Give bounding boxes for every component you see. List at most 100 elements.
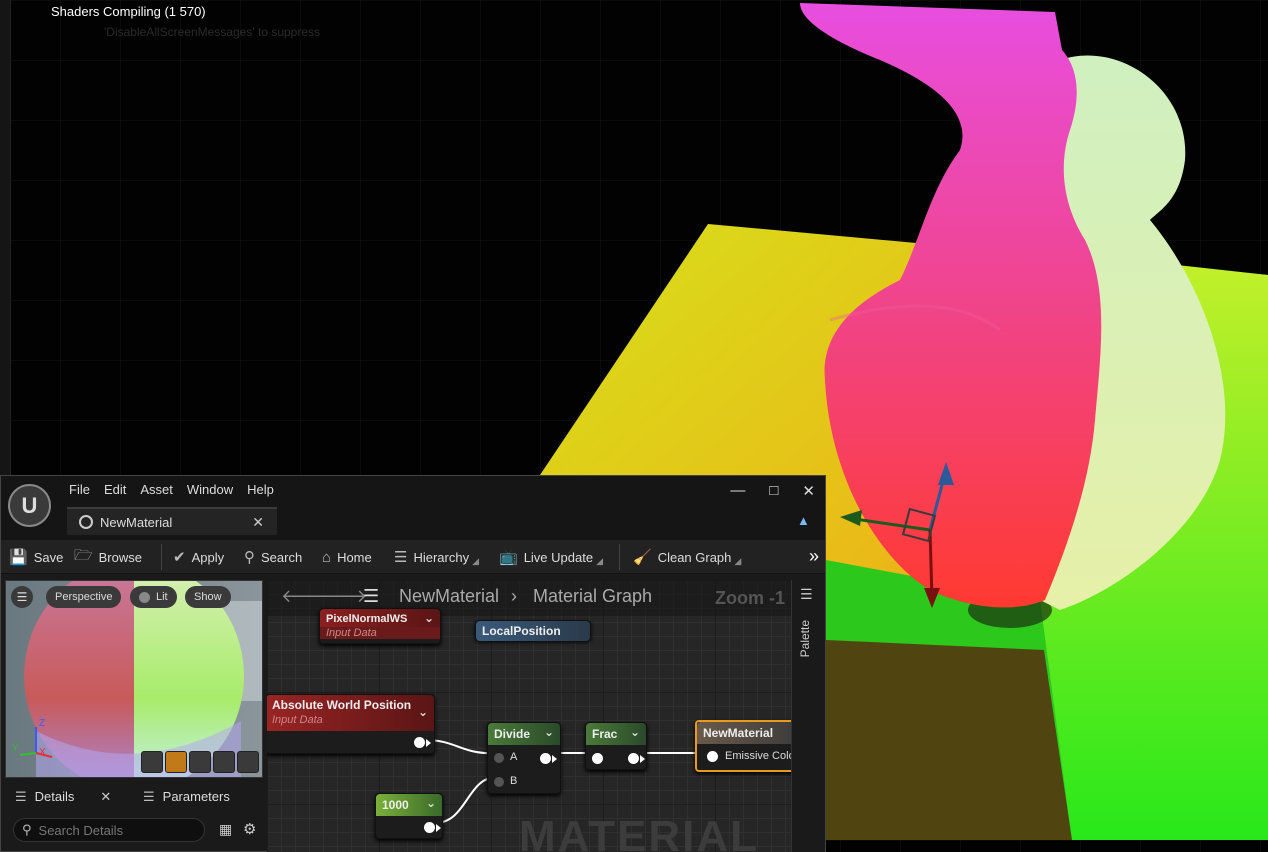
menu-help[interactable]: Help — [241, 481, 282, 497]
node-frac[interactable]: Frac ⌄ — [585, 722, 647, 770]
axis-x-label: X — [39, 747, 46, 758]
folder-search-icon: 🗁 — [74, 546, 93, 564]
plane-shape-icon[interactable] — [189, 751, 211, 773]
node-pixel-normal-ws[interactable]: PixelNormalWS ⌄ Input Data — [319, 608, 441, 644]
browse-button[interactable]: 🗁 Browse — [74, 540, 142, 574]
emissive-input-pin[interactable] — [707, 751, 718, 762]
hierarchy-icon: ☰ — [394, 549, 408, 566]
dropdown-arrow-icon: ◢ — [596, 555, 603, 566]
material-preview-viewport[interactable]: ☰ Perspective Lit Show Z X Y — [5, 580, 263, 778]
broom-icon: 🧹 — [633, 549, 652, 566]
menu-window[interactable]: Window — [181, 481, 241, 497]
output-pin[interactable] — [540, 753, 557, 764]
menu-file[interactable]: File — [63, 481, 98, 497]
preview-menu-icon[interactable]: ☰ — [11, 586, 33, 608]
node-material-output[interactable]: NewMaterial Emissive Color — [695, 720, 791, 772]
tab-details[interactable]: ☰ Details ✕ — [15, 782, 111, 811]
lit-button[interactable]: Lit — [130, 586, 177, 608]
node-absolute-world-position[interactable]: Absolute World Position ⌄ Input Data — [267, 694, 435, 754]
home-button[interactable]: ⌂ Home — [322, 540, 372, 574]
node-header: Divide ⌄ — [488, 723, 560, 745]
node-subtitle: Input Data — [320, 627, 440, 639]
tab-newmaterial[interactable]: NewMaterial ✕ — [67, 507, 277, 535]
save-label: Save — [33, 549, 64, 565]
output-pin[interactable] — [628, 753, 645, 764]
cylinder-shape-icon[interactable] — [141, 751, 163, 773]
save-icon: 💾 — [9, 549, 28, 566]
clean-graph-label: Clean Graph — [657, 549, 732, 565]
collapse-chevron-icon[interactable]: ⌄ — [426, 796, 436, 810]
toolbar-divider — [619, 544, 620, 570]
palette-panel[interactable]: ☰ Palette — [791, 580, 825, 852]
home-label: Home — [337, 549, 372, 565]
custom-mesh-icon[interactable] — [237, 751, 259, 773]
palette-list-icon[interactable]: ☰ — [800, 586, 813, 603]
collapse-chevron-icon[interactable]: ⌄ — [418, 705, 428, 719]
node-title: NewMaterial — [703, 726, 774, 740]
table-view-icon[interactable]: ▦ — [219, 821, 232, 838]
material-editor-window: U File Edit Asset Window Help — □ ✕ NewM… — [0, 475, 826, 852]
minimize-icon[interactable]: — — [730, 482, 745, 500]
details-search-input[interactable]: ⚲ Search Details — [13, 818, 205, 842]
toolbar-overflow-icon[interactable]: » — [809, 546, 819, 567]
save-button[interactable]: 💾 Save — [9, 540, 63, 574]
input-pin-b[interactable] — [494, 777, 504, 787]
input-pin[interactable] — [592, 753, 603, 764]
node-divide[interactable]: Divide ⌄ A B — [487, 722, 561, 794]
collapse-chevron-icon[interactable]: ⌄ — [424, 611, 434, 625]
hierarchy-button[interactable]: ☰ Hierarchy ◢ — [394, 540, 479, 574]
cube-shape-icon[interactable] — [213, 751, 235, 773]
toolbar: 💾 Save 🗁 Browse ✔ Apply ⚲ Search ⌂ Home … — [1, 540, 825, 574]
node-local-position[interactable]: LocalPosition — [475, 620, 591, 641]
material-graph-canvas[interactable]: MATERIAL 🡐 🡒 ☰ NewMaterial › Material Gr… — [267, 580, 791, 852]
tab-label: NewMaterial — [100, 514, 173, 530]
live-update-button[interactable]: 📺 Live Update ◢ — [499, 540, 603, 574]
apply-button[interactable]: ✔ Apply — [173, 540, 224, 574]
toolbar-divider — [161, 544, 162, 570]
menu-bar: File Edit Asset Window Help — [63, 481, 282, 497]
node-title: Absolute World Position — [272, 698, 412, 712]
details-tabbar: ☰ Details ✕ ☰ Parameters — [5, 782, 265, 811]
live-update-label: Live Update — [523, 549, 594, 565]
menu-asset[interactable]: Asset — [134, 481, 181, 497]
node-title: Frac — [592, 727, 618, 741]
home-icon: ⌂ — [322, 548, 332, 566]
live-update-icon: 📺 — [499, 549, 518, 566]
tab-parameters[interactable]: ☰ Parameters — [143, 782, 230, 811]
search-button[interactable]: ⚲ Search — [244, 540, 302, 574]
node-constant-1000[interactable]: 1000 ⌄ — [375, 793, 443, 839]
sphere-shape-icon[interactable] — [165, 751, 187, 773]
node-header: Frac ⌄ — [586, 723, 646, 745]
shader-compile-message: Shaders Compiling (1 570) — [51, 4, 206, 19]
title-bar: U File Edit Asset Window Help — □ ✕ NewM… — [1, 476, 825, 540]
output-pin[interactable] — [424, 822, 441, 833]
maximize-icon[interactable]: □ — [769, 482, 778, 500]
menu-edit[interactable]: Edit — [98, 481, 134, 497]
graph-hierarchy-icon[interactable]: ☰ — [363, 586, 379, 607]
collapse-chevron-icon[interactable]: ⌄ — [544, 725, 554, 739]
details-close-icon[interactable]: ✕ — [100, 789, 111, 805]
output-pin[interactable] — [414, 737, 431, 748]
node-header: 1000 ⌄ — [376, 794, 442, 816]
graduation-cap-icon[interactable]: ▲ — [797, 513, 815, 528]
unreal-logo-icon[interactable]: U — [8, 484, 51, 527]
forward-arrow-icon[interactable]: 🡒 — [319, 586, 367, 607]
node-header: PixelNormalWS ⌄ — [320, 609, 440, 629]
node-header: LocalPosition — [476, 621, 590, 641]
perspective-button[interactable]: Perspective — [46, 586, 122, 608]
input-pin-a[interactable] — [494, 753, 504, 763]
tab-close-icon[interactable]: ✕ — [252, 514, 264, 531]
node-title: PixelNormalWS — [326, 613, 408, 625]
breadcrumb-root[interactable]: NewMaterial — [399, 586, 499, 607]
emissive-pin-label: Emissive Color — [725, 750, 791, 762]
breadcrumb-child[interactable]: Material Graph — [533, 586, 652, 607]
collapse-chevron-icon[interactable]: ⌄ — [630, 725, 640, 739]
parameters-icon: ☰ — [143, 788, 155, 804]
clean-graph-button[interactable]: 🧹 Clean Graph ◢ — [633, 540, 741, 574]
close-window-icon[interactable]: ✕ — [802, 482, 815, 500]
palette-label: Palette — [798, 620, 812, 658]
show-button[interactable]: Show — [185, 586, 231, 608]
node-title: 1000 — [382, 798, 409, 812]
details-search-row: ⚲ Search Details ▦ ⚙ — [5, 814, 265, 846]
settings-gear-icon[interactable]: ⚙ — [243, 820, 256, 838]
